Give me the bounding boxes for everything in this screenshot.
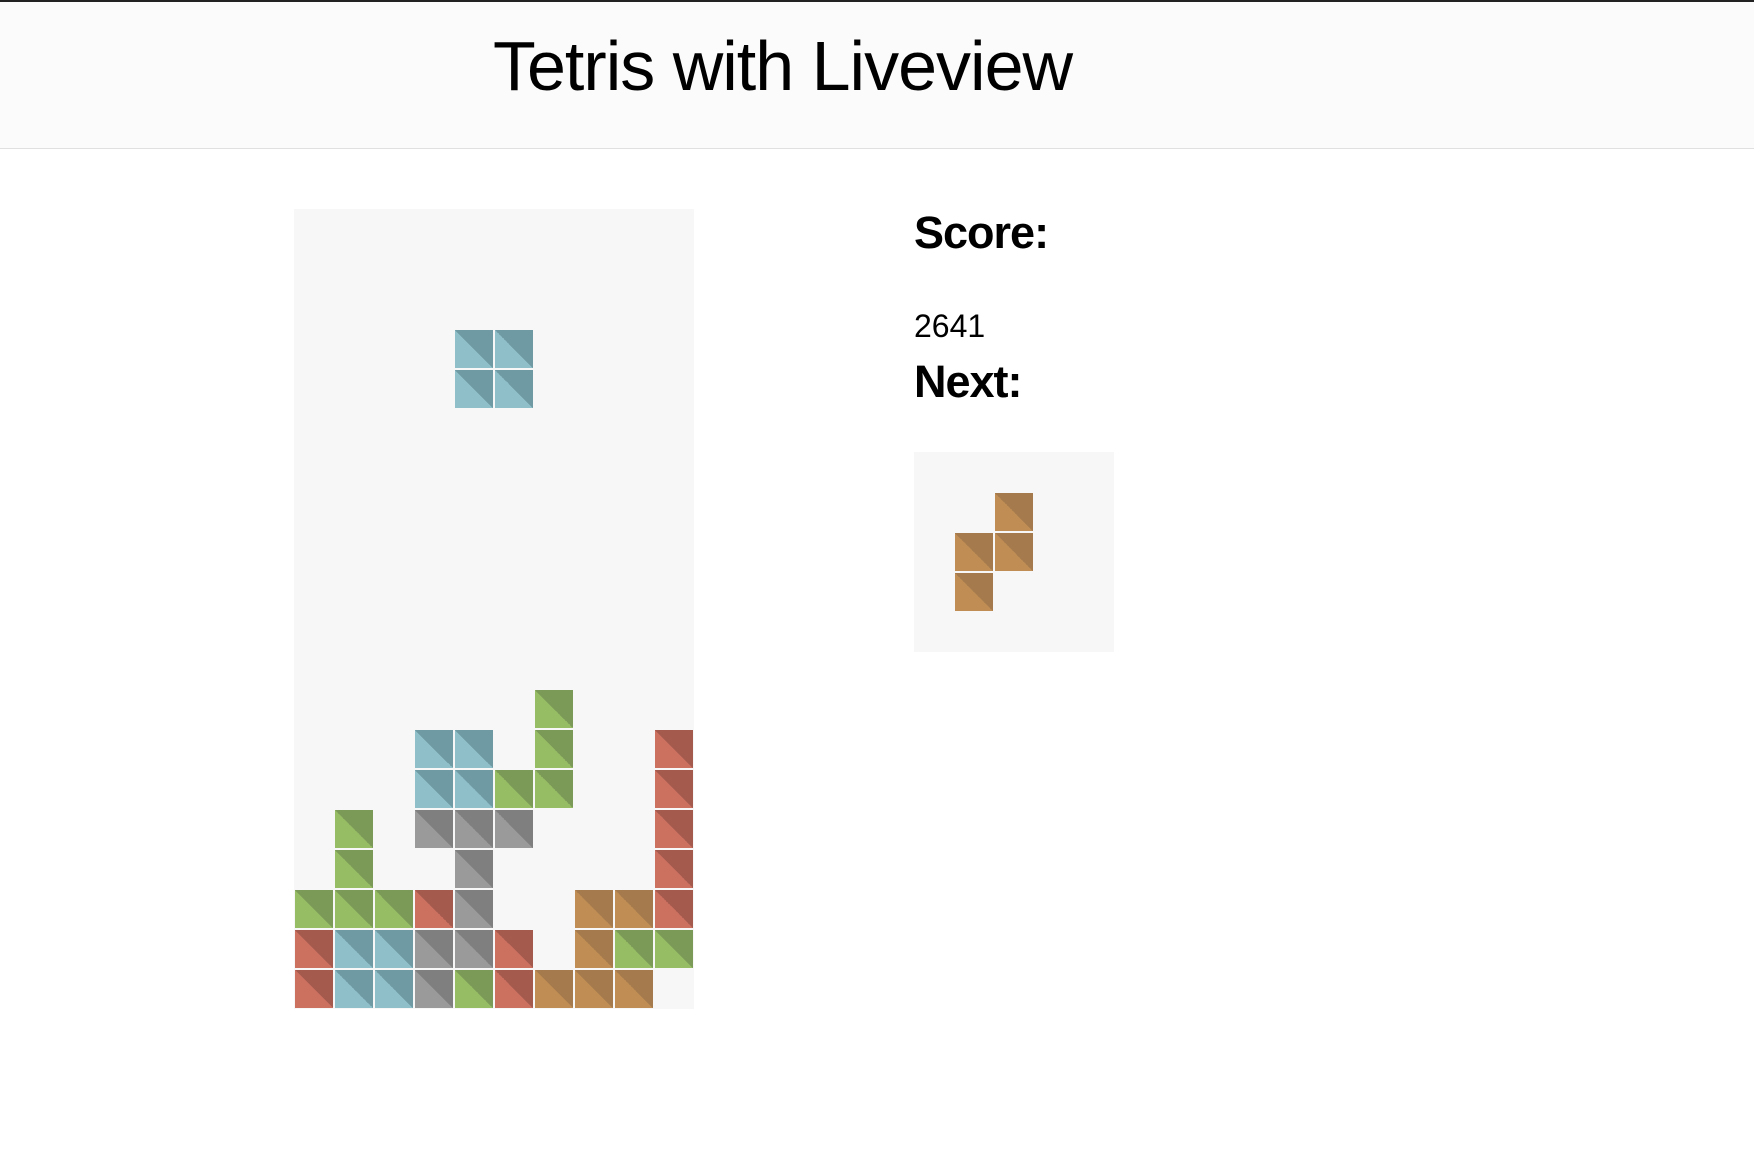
- next-piece-block: [955, 533, 993, 571]
- falling-piece-block: [495, 370, 533, 408]
- settled-block: [495, 810, 533, 848]
- settled-block: [335, 970, 373, 1008]
- settled-block: [655, 770, 693, 808]
- settled-block: [415, 890, 453, 928]
- falling-piece-block: [495, 330, 533, 368]
- settled-block: [415, 930, 453, 968]
- next-piece-block: [995, 533, 1033, 571]
- next-piece-preview: [914, 452, 1114, 652]
- settled-block: [535, 690, 573, 728]
- settled-block: [615, 930, 653, 968]
- page-header: Tetris with Liveview: [0, 2, 1754, 149]
- settled-block: [575, 970, 613, 1008]
- settled-block: [655, 890, 693, 928]
- settled-block: [575, 930, 613, 968]
- settled-block: [335, 850, 373, 888]
- settled-block: [455, 810, 493, 848]
- settled-block: [655, 850, 693, 888]
- settled-block: [615, 890, 653, 928]
- settled-block: [295, 970, 333, 1008]
- settled-block: [575, 890, 613, 928]
- settled-block: [535, 730, 573, 768]
- falling-piece-block: [455, 330, 493, 368]
- settled-block: [495, 770, 533, 808]
- settled-block: [415, 810, 453, 848]
- game-board[interactable]: [294, 209, 694, 1009]
- settled-block: [415, 970, 453, 1008]
- settled-block: [455, 730, 493, 768]
- next-piece-block: [995, 493, 1033, 531]
- settled-block: [655, 930, 693, 968]
- settled-block: [415, 730, 453, 768]
- settled-block: [375, 930, 413, 968]
- falling-piece-block: [455, 370, 493, 408]
- settled-block: [455, 970, 493, 1008]
- score-label: Score:: [914, 207, 1049, 258]
- settled-block: [295, 890, 333, 928]
- settled-block: [455, 890, 493, 928]
- settled-block: [655, 730, 693, 768]
- next-piece-block: [955, 573, 993, 611]
- settled-block: [335, 890, 373, 928]
- settled-block: [455, 930, 493, 968]
- settled-block: [535, 770, 573, 808]
- settled-block: [415, 770, 453, 808]
- settled-block: [335, 930, 373, 968]
- settled-block: [495, 970, 533, 1008]
- settled-block: [455, 850, 493, 888]
- next-label: Next:: [914, 356, 1023, 407]
- settled-block: [375, 970, 413, 1008]
- settled-block: [295, 930, 333, 968]
- settled-block: [535, 970, 573, 1008]
- settled-block: [375, 890, 413, 928]
- settled-block: [455, 770, 493, 808]
- page-title: Tetris with Liveview: [493, 27, 1073, 105]
- settled-block: [655, 810, 693, 848]
- settled-block: [495, 930, 533, 968]
- settled-block: [335, 810, 373, 848]
- score-value: 2641: [914, 308, 986, 344]
- settled-block: [615, 970, 653, 1008]
